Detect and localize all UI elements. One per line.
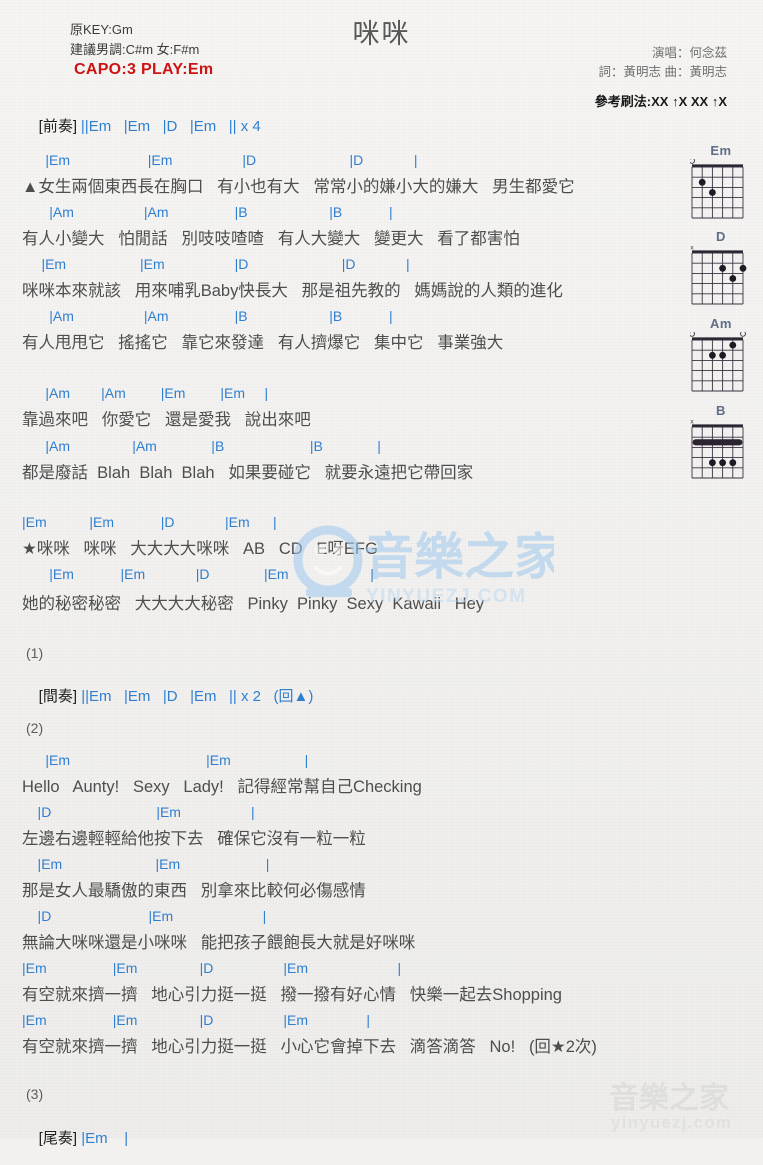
watermark-bottom: 音樂之家 yinyuezj.com [607, 1078, 757, 1133]
chord-diagram-name: Em [710, 143, 732, 158]
lyric-line: 靠過來吧 你愛它 還是愛我 說出來吧 [22, 411, 311, 429]
chord-sheet: 原KEY:Gm 建議男調:C#m 女:F#m CAPO:3 PLAY:Em 咪咪… [0, 0, 763, 1147]
lyric-line: 有空就來擠一擠 地心引力挺一挺 撥一撥有好心情 快樂一起去Shopping [22, 986, 562, 1004]
lyric-line: 有空就來擠一擠 地心引力挺一挺 小心它會掉下去 滴答滴答 No! (回★2次) [22, 1038, 597, 1056]
repeat-marker-3: (3) [26, 1086, 44, 1102]
chord-line: |D |Em | [22, 804, 255, 820]
lyric-line: 咪咪本來就該 用來哺乳Baby快長大 那是祖先教的 媽媽說的人類的進化 [22, 282, 563, 300]
lyric-line: Hello Aunty! Sexy Lady! 記得經常幫自己Checking [22, 778, 422, 796]
watermark-center-cn: 音樂之家 [364, 528, 554, 586]
chord-diagram-name: B [716, 403, 726, 418]
lyric-line: 左邊右邊輕輕給他按下去 確保它沒有一粒一粒 [22, 830, 366, 848]
lyric-line: 那是女人最驕傲的東西 別拿來比較何必傷感情 [22, 882, 366, 900]
capo-info: CAPO:3 PLAY:Em [74, 61, 214, 78]
repeat-marker-1: (1) [26, 645, 44, 661]
chord-line: |Em |Em | [22, 752, 309, 768]
watermark-bottom-svg: 音樂之家 yinyuezj.com [609, 1081, 732, 1132]
chord-line: |Em |Em |D |D | [22, 256, 410, 272]
outro-tag: [尾奏] [38, 1130, 78, 1147]
chord-line: |Am |Am |B |B | [22, 204, 393, 220]
singer-credit: 演唱：何念茲 [651, 46, 727, 60]
lyric-line: 有人小變大 怕閒話 別吱吱喳喳 有人大變大 變更大 看了都害怕 [22, 230, 520, 248]
intro-tag: [前奏] [38, 118, 78, 135]
outro-bars: |Em | [81, 1130, 129, 1147]
watermark-bottom-cn: 音樂之家 [609, 1081, 729, 1116]
chord-diagram-d: D x [684, 229, 758, 308]
interlude-tag: [間奏] [38, 688, 78, 705]
chord-line: |Am |Am |B |B | [22, 438, 381, 454]
chord-diagram-grid: x [690, 245, 752, 308]
chord-line: |D |Em | [22, 908, 267, 924]
lyric-line: ★咪咪 咪咪 大大大大咪咪 AB CD E呀EFG [22, 540, 378, 558]
writer-credit: 詞：黃明志 曲：黃明志 [598, 65, 727, 79]
chord-grid-em [690, 159, 744, 219]
chord-line: |Em |Em |D |Em | [22, 514, 277, 530]
intro-bars: ||Em |Em |D |Em || x 4 [80, 118, 261, 135]
lyric-line: 她的秘密秘密 大大大大秘密 Pinky Pinky Sexy Kawaii He… [22, 595, 485, 613]
chord-line: |Em |Em |D |D | [22, 152, 418, 168]
chord-diagram-name: Am [710, 316, 732, 331]
chord-line: |Am |Am |B |B | [22, 308, 393, 324]
lyric-line: 有人甩甩它 搖搖它 靠它來發達 有人擠爆它 集中它 事業強大 [22, 334, 504, 352]
chord-diagram-b: B x [684, 403, 758, 482]
interlude-bars: ||Em |Em |D |Em || x 2 (回▲) [81, 688, 314, 705]
chord-grid-b: x [690, 419, 744, 479]
chord-line: |Em |Em |D |Em | [22, 1012, 371, 1028]
chord-line: |Em |Em |D |Em | [22, 960, 402, 976]
chord-line: |Em |Em | [22, 856, 270, 872]
lyric-line: 無論大咪咪還是小咪咪 能把孩子餵飽長大就是好咪咪 [22, 934, 416, 952]
watermark-bottom-url: yinyuezj.com [611, 1113, 732, 1132]
chord-grid-am [690, 332, 746, 392]
chord-grid-d: x [690, 245, 747, 305]
strumming-pattern: 參考刷法:XX ↑X XX ↑X [594, 94, 727, 109]
chord-diagram-em: Em [684, 143, 758, 222]
chord-line: |Am |Am |Em |Em | [22, 385, 269, 401]
credits-block: 演唱：何念茲 詞：黃明志 曲：黃明志 [599, 44, 727, 82]
lyric-line: ▲女生兩個東西長在胸口 有小也有大 常常小的嫌小大的嫌大 男生都愛它 [22, 178, 575, 196]
intro-line: [前奏] ||Em |Em |D |Em || x 4 [22, 98, 261, 153]
interlude-line: [間奏] ||Em |Em |D |Em || x 2 (回▲) [22, 668, 314, 723]
chord-diagram-grid: x [690, 419, 752, 482]
lyric-line: 都是廢話 Blah Blah Blah 如果要碰它 就要永遠把它帶回家 [22, 464, 474, 482]
chord-diagram-am: Am [684, 316, 758, 395]
repeat-marker-2: (2) [26, 720, 44, 736]
chord-diagram-grid [690, 159, 752, 222]
chord-diagram-grid [690, 332, 752, 395]
chord-line: |Em |Em |D |Em | [22, 566, 374, 582]
chord-diagram-name: D [716, 229, 726, 244]
